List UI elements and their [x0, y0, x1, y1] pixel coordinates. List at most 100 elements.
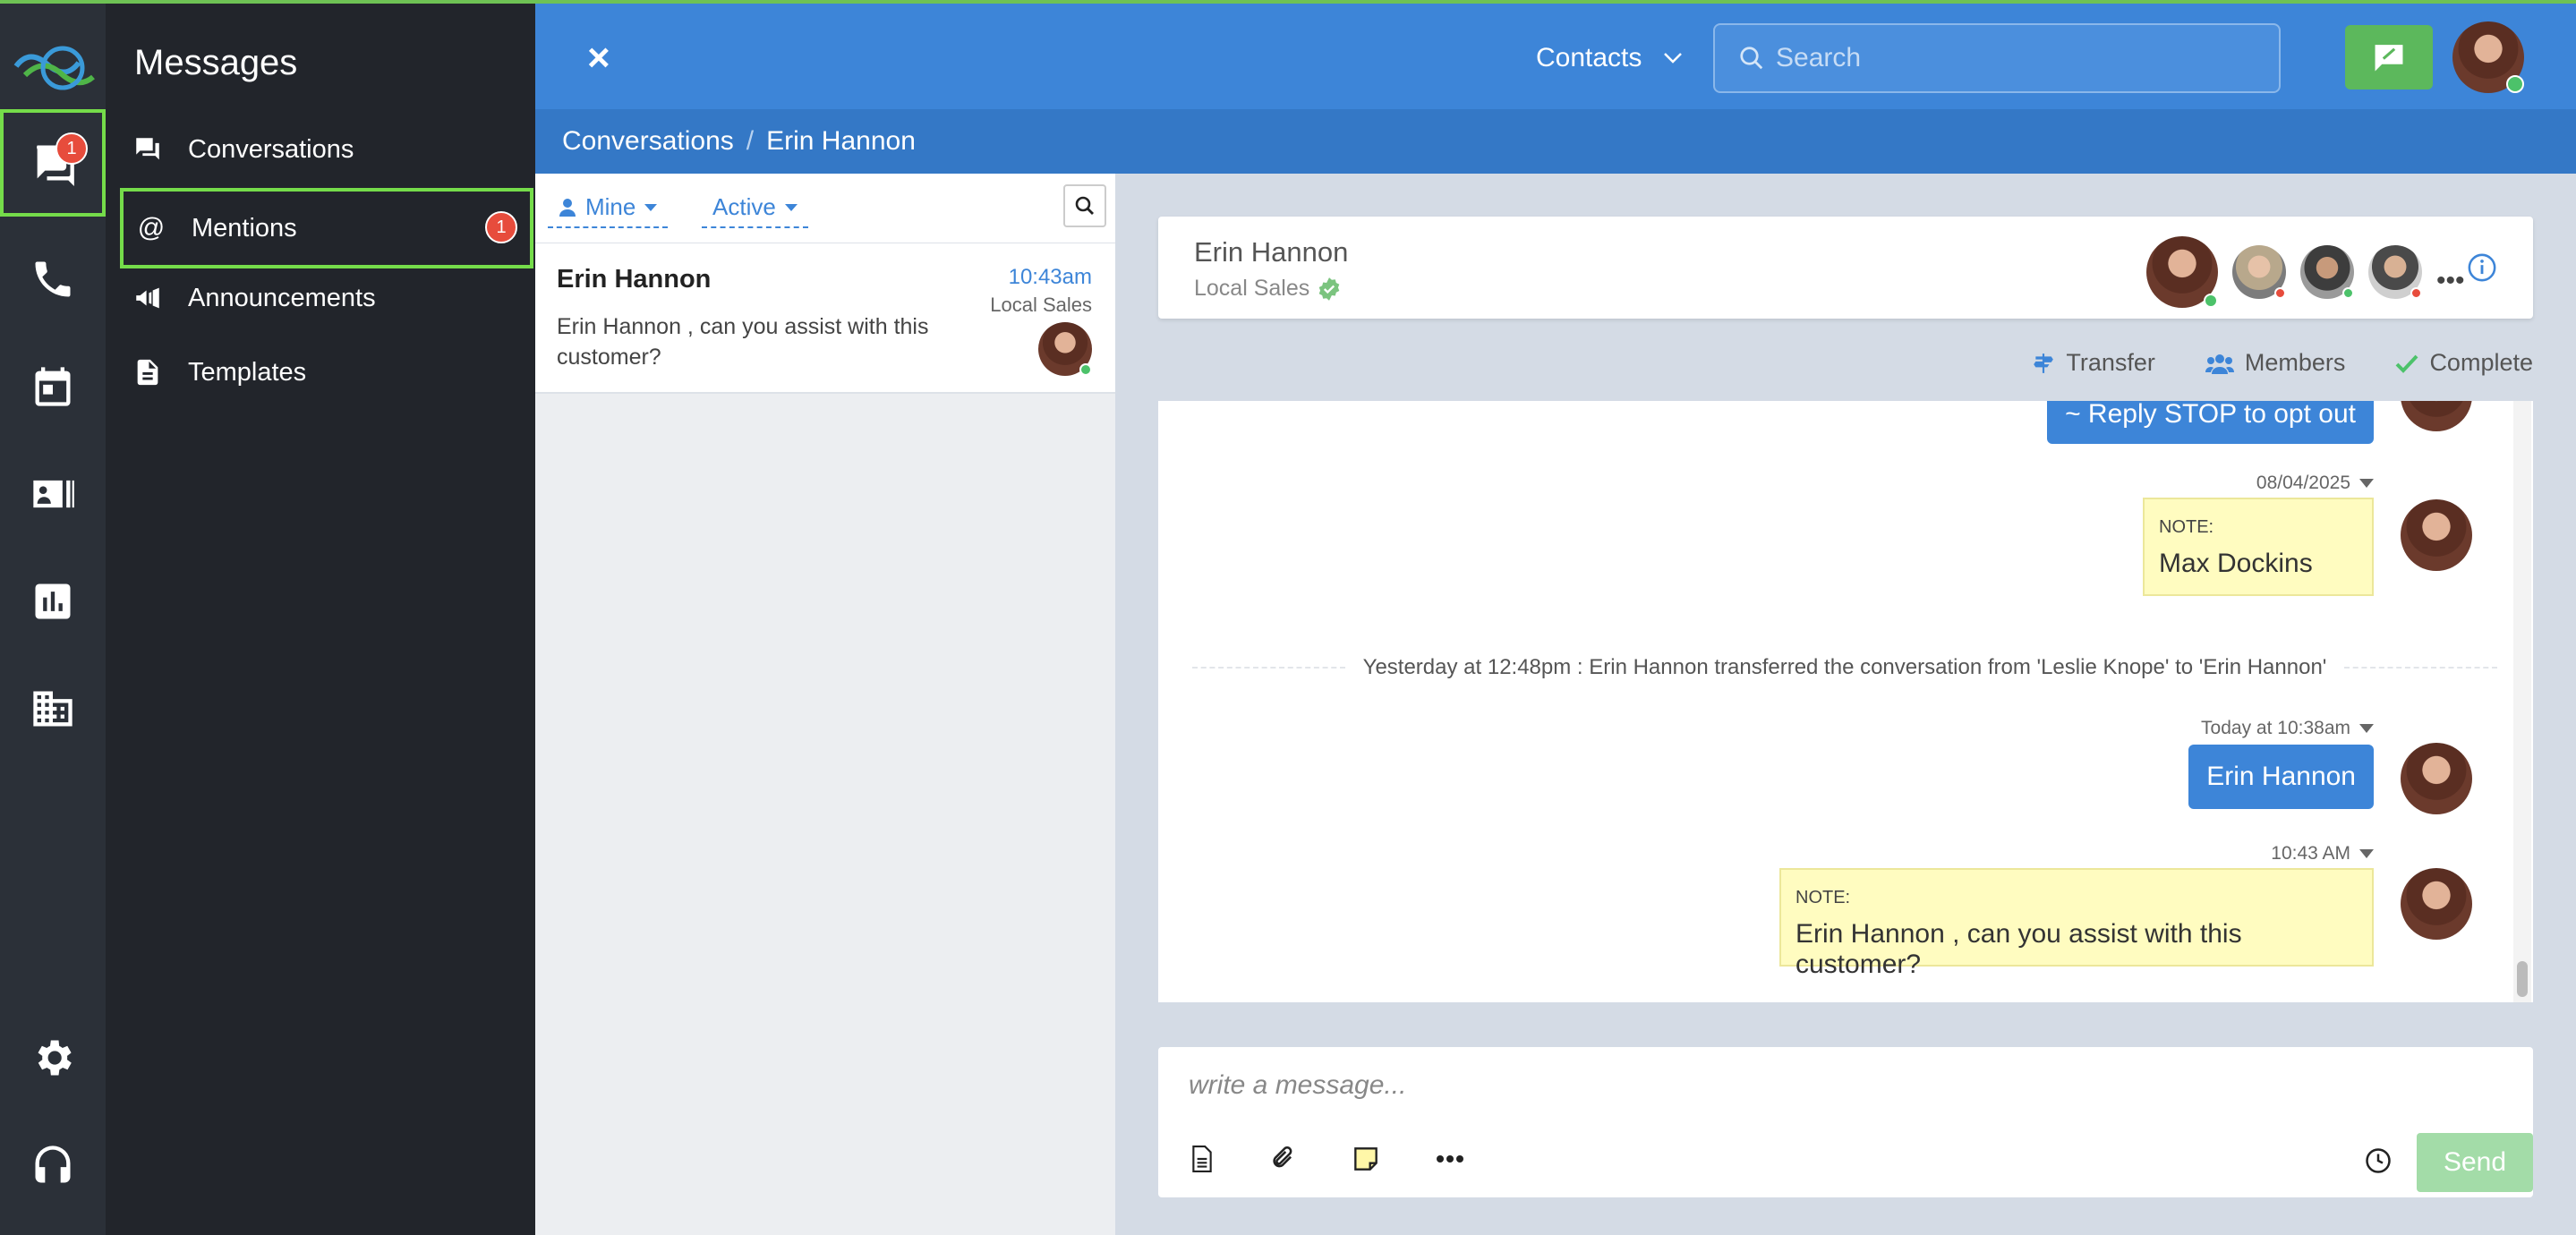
thread-scrollbar[interactable] — [2513, 401, 2531, 1002]
caret-down-icon — [644, 203, 658, 211]
message-timestamp: 10:43 AM — [2271, 843, 2374, 864]
messages-menu: Messages Conversations @ Mentions 1 Anno… — [106, 0, 535, 1235]
member-avatars[interactable]: ••• — [2146, 236, 2465, 308]
phone-nav-button[interactable] — [0, 226, 106, 333]
paperclip-icon[interactable] — [1271, 1146, 1296, 1172]
settings-nav-button[interactable] — [0, 1004, 106, 1112]
menu-item-label: Templates — [188, 357, 307, 387]
chevron-down-icon — [1664, 53, 1683, 64]
list-search-button[interactable] — [1063, 184, 1106, 227]
chat-dept: Local Sales — [1194, 276, 1342, 302]
contact-card-icon — [33, 480, 74, 508]
conversation-dept: Local Sales — [990, 294, 1092, 316]
conversations-icon — [132, 134, 163, 165]
system-event-text: Yesterday at 12:48pm : Erin Hannon trans… — [1362, 655, 2327, 679]
scrollbar-thumb[interactable] — [2517, 961, 2528, 997]
signpost-icon — [2034, 353, 2054, 373]
search-icon — [1740, 47, 1763, 70]
reports-nav-button[interactable] — [0, 548, 106, 655]
organization-nav-button[interactable] — [0, 655, 106, 762]
calendar-nav-button[interactable] — [0, 333, 106, 440]
message-bubble: Erin Hannon — [2188, 745, 2374, 809]
member-avatar — [2232, 245, 2286, 299]
users-icon — [2205, 353, 2234, 374]
mentions-count-badge: 1 — [485, 211, 517, 243]
message-input[interactable] — [1189, 1070, 2442, 1101]
contacts-nav-button[interactable] — [0, 440, 106, 548]
list-filters: Mine Active — [535, 174, 1115, 243]
breadcrumb-current: Erin Hannon — [766, 126, 916, 156]
chat-contact-name: Erin Hannon — [1194, 236, 1349, 268]
menu-item-announcements[interactable]: Announcements — [120, 258, 533, 338]
offline-status-dot — [2274, 287, 2286, 299]
message-composer: Send — [1158, 1047, 2533, 1197]
clock-icon[interactable] — [2365, 1147, 2392, 1174]
info-icon[interactable] — [2467, 252, 2497, 283]
timestamp-label: 08/04/2025 — [2256, 473, 2350, 493]
active-filter-dropdown[interactable]: Active — [702, 193, 808, 228]
divider — [2344, 667, 2498, 669]
compose-message-icon — [2375, 45, 2403, 72]
sticky-note-icon[interactable] — [1353, 1146, 1378, 1171]
breadcrumb-separator: / — [746, 126, 755, 156]
messages-badge: 1 — [55, 132, 88, 165]
caret-down-icon[interactable] — [2359, 849, 2374, 858]
sender-avatar — [2401, 743, 2472, 814]
messages-nav-button[interactable]: 1 — [0, 109, 106, 217]
timestamp-label: Today at 10:38am — [2201, 718, 2350, 738]
template-icon[interactable] — [1190, 1146, 1214, 1172]
complete-button[interactable]: Complete — [2395, 349, 2533, 377]
menu-item-label: Mentions — [192, 213, 297, 243]
caret-down-icon — [784, 203, 798, 211]
online-status-dot — [2506, 75, 2524, 93]
message-thread: ~ Reply STOP to opt out 08/04/2025 NOTE:… — [1158, 401, 2533, 1002]
user-avatar[interactable] — [2452, 21, 2524, 93]
check-icon — [2396, 354, 2418, 373]
menu-title: Messages — [134, 43, 298, 82]
mine-filter-dropdown[interactable]: Mine — [548, 193, 669, 228]
search-icon — [1075, 196, 1094, 215]
note-label: NOTE: — [2159, 517, 2214, 537]
sender-avatar — [2401, 868, 2472, 940]
sender-avatar — [2401, 499, 2472, 571]
menu-item-templates[interactable]: Templates — [120, 332, 533, 413]
send-button[interactable]: Send — [2417, 1133, 2533, 1192]
at-icon: @ — [137, 213, 166, 243]
new-message-button[interactable] — [2345, 25, 2433, 89]
more-members-icon[interactable]: ••• — [2436, 266, 2465, 296]
transfer-button[interactable]: Transfer — [2032, 349, 2155, 377]
active-filter-label: Active — [712, 193, 776, 220]
menu-item-conversations[interactable]: Conversations — [120, 109, 533, 190]
contacts-dropdown[interactable]: Contacts — [1536, 43, 1683, 73]
menu-item-mentions[interactable]: @ Mentions 1 — [120, 188, 533, 268]
chart-icon — [35, 583, 71, 619]
top-bar: × Contacts — [535, 0, 2576, 109]
chat-header: Erin Hannon Local Sales ••• — [1158, 217, 2533, 319]
members-label: Members — [2244, 349, 2346, 376]
more-options-icon[interactable] — [1436, 1154, 1464, 1163]
chat-actions: Transfer Members Complete — [2032, 349, 2533, 377]
conversation-item[interactable]: Erin Hannon 10:43am Local Sales Erin Han… — [535, 243, 1115, 394]
conversation-avatar — [1038, 322, 1092, 376]
phone-icon — [35, 261, 71, 297]
menu-item-label: Conversations — [188, 134, 354, 164]
note-message: NOTE: Max Dockins — [2143, 498, 2374, 596]
note-text: Erin Hannon , can you assist with this c… — [1796, 919, 2242, 979]
user-icon — [559, 198, 576, 217]
members-button[interactable]: Members — [2205, 349, 2346, 377]
verified-badge-icon — [1318, 277, 1340, 301]
conversation-preview: Erin Hannon , can you assist with this c… — [557, 314, 929, 370]
breadcrumb: Conversations / Erin Hannon — [535, 109, 2576, 174]
chat-panel: Erin Hannon Local Sales ••• Transfer Mem… — [1115, 174, 2576, 1235]
document-icon — [132, 357, 163, 388]
search-input[interactable] — [1776, 43, 2259, 73]
caret-down-icon[interactable] — [2359, 479, 2374, 488]
breadcrumb-root[interactable]: Conversations — [562, 126, 734, 157]
member-avatar — [2300, 245, 2354, 299]
note-text: Max Dockins — [2159, 549, 2313, 578]
caret-down-icon[interactable] — [2359, 724, 2374, 733]
headset-icon — [35, 1146, 71, 1183]
complete-label: Complete — [2429, 349, 2533, 376]
close-icon[interactable]: × — [587, 36, 610, 81]
support-nav-button[interactable] — [0, 1112, 106, 1219]
